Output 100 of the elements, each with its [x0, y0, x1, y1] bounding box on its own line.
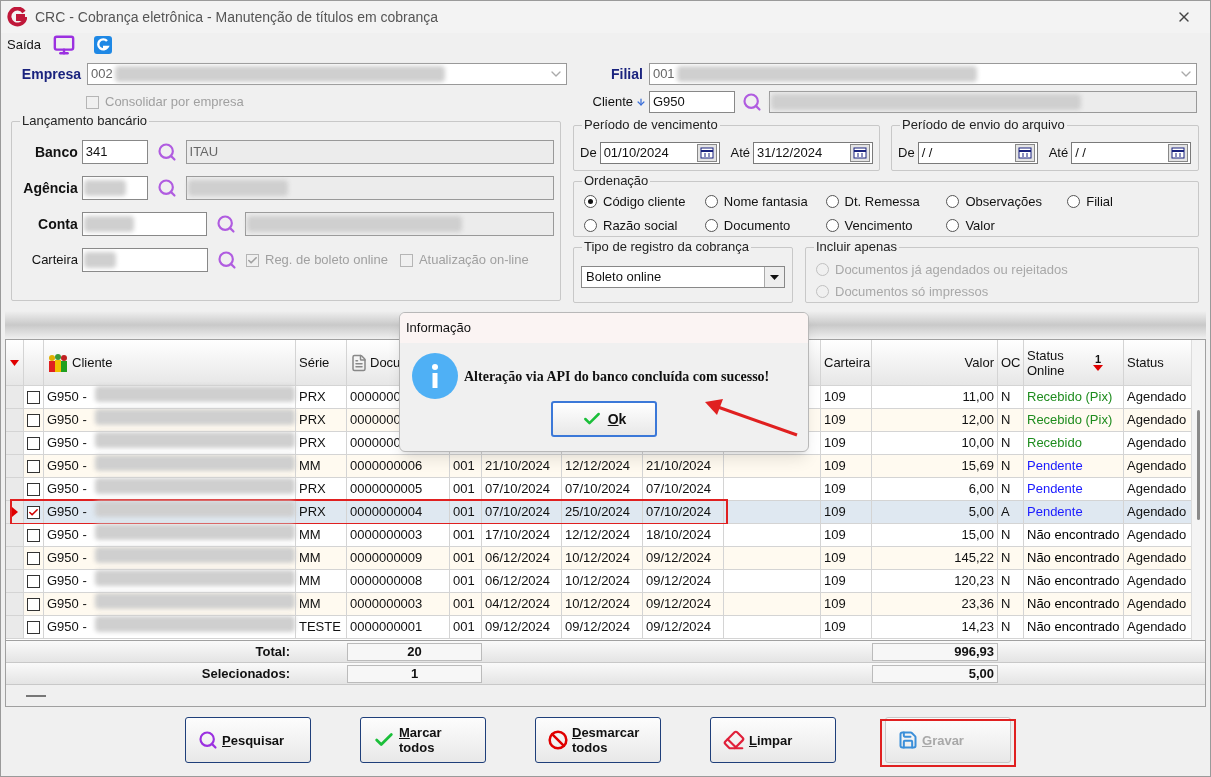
- table-cell-text: MM: [299, 526, 321, 545]
- table-cell-text: 001: [453, 572, 475, 591]
- table-cell-text: 11,00: [962, 388, 994, 407]
- table-cell-text: 09/12/2024: [646, 595, 712, 614]
- table-cell-text: 17/10/2024: [485, 526, 551, 545]
- radio-label: Razão social: [603, 216, 678, 235]
- table-cell-text: 145,22: [954, 549, 994, 568]
- total-label: Total:: [255, 642, 290, 661]
- table-cell-text: G950 -: [47, 526, 87, 545]
- table-cell-text: N: [1001, 526, 1011, 545]
- table-cell-text: 21/10/2024: [646, 457, 712, 476]
- table-cell-text: 09/12/2024: [565, 618, 631, 637]
- table-cell-text: 109: [824, 503, 846, 522]
- table-cell-text: 12/12/2024: [565, 526, 631, 545]
- field-label: Agência: [22, 178, 78, 198]
- table-cell-text: 001: [453, 457, 475, 476]
- table-cell-text: 001: [453, 503, 475, 522]
- table-cell-text: Recebido (Pix): [1027, 388, 1113, 407]
- table-cell-text: Agendado: [1127, 526, 1187, 545]
- total-count: 20: [347, 643, 482, 661]
- radio-label: Valor: [965, 216, 995, 235]
- table-cell-text: MM: [299, 595, 321, 614]
- table-cell-text: 09/12/2024: [646, 572, 712, 591]
- table-cell-text: N: [1001, 549, 1011, 568]
- table-cell-text: 109: [824, 549, 846, 568]
- table-cell-text: 109: [824, 595, 846, 614]
- radio-label: Nome fantasia: [723, 193, 808, 211]
- radio-label: Código cliente: [603, 193, 686, 211]
- table-cell-text: 10/12/2024: [565, 595, 631, 614]
- group-title: Período de envio do arquivo: [900, 117, 1067, 133]
- table-cell-text: 0000000004: [350, 503, 423, 522]
- group-title: Tipo de registro da cobrança: [582, 239, 751, 255]
- radio-label: Documento: [723, 216, 791, 235]
- table-cell-text: 109: [824, 480, 846, 499]
- total-label: Selecionados:: [201, 664, 290, 683]
- table-cell-text: N: [1001, 411, 1011, 430]
- checkbox-label: Consolidar por empresa: [105, 93, 244, 112]
- field-label: Empresa: [20, 64, 81, 84]
- table-cell-text: Não encontrado: [1027, 618, 1120, 637]
- table-cell-text: 12,00: [961, 411, 994, 430]
- table-cell-text: Agendado: [1127, 457, 1187, 476]
- table-cell-text: N: [1001, 572, 1011, 591]
- table-cell-text: 109: [824, 572, 846, 591]
- table-cell-text: 0000000: [350, 434, 401, 453]
- table-cell-text: 6,00: [968, 480, 994, 499]
- table-cell-text: Agendado: [1127, 595, 1187, 614]
- table-cell-text: 14,23: [961, 618, 994, 637]
- table-cell-text: PRX: [299, 480, 326, 499]
- table-cell-text: 18/10/2024: [646, 526, 712, 545]
- table-cell-text: Não encontrado: [1027, 595, 1120, 614]
- checkbox-label: Reg. de boleto online: [265, 251, 388, 270]
- table-cell-text: Agendado: [1127, 618, 1187, 637]
- table-cell-text: 0000000003: [350, 526, 423, 545]
- table-cell-text: 07/10/2024: [565, 480, 631, 499]
- table-cell-text: 06/12/2024: [485, 549, 551, 568]
- table-cell-text: N: [1001, 595, 1011, 614]
- bank-name-field: ITAU: [185, 140, 554, 164]
- field-label: Filial: [611, 64, 643, 84]
- field-label: De: [580, 144, 597, 163]
- table-cell-text: 15,69: [961, 457, 994, 476]
- sort-order: 1: [1094, 354, 1102, 365]
- table-cell-text: G950 -: [47, 388, 87, 407]
- radio-label: Documentos só impressos: [835, 282, 989, 301]
- table-cell-text: A: [1001, 503, 1010, 522]
- table-cell-text: 001: [453, 526, 475, 545]
- table-cell-text: 09/12/2024: [485, 618, 551, 637]
- table-cell-text: G950 -: [47, 618, 87, 637]
- window-title: CRC - Cobrança eletrônica - Manutenção de títulos em cobrança: [35, 7, 440, 27]
- total-count: 1: [347, 665, 482, 683]
- table-cell-text: MM: [299, 457, 321, 476]
- table-cell-text: N: [1001, 480, 1011, 499]
- table-cell-text: G950 -: [47, 480, 87, 499]
- table-cell-text: Recebido: [1027, 434, 1082, 453]
- table-cell-text: 0000000: [350, 411, 401, 430]
- radio-label: Documentos já agendados ou rejeitados: [835, 261, 1068, 279]
- radio-label: Observações: [965, 193, 1042, 211]
- table-cell-text: 25/10/2024: [565, 503, 631, 522]
- table-cell-text: 109: [824, 457, 846, 476]
- table-cell-text: Agendado: [1127, 572, 1187, 591]
- table-cell-text: G950 -: [47, 595, 87, 614]
- table-cell-text: 09/12/2024: [646, 549, 712, 568]
- table-cell-text: 0000000006: [350, 457, 423, 476]
- table-cell-text: 10/12/2024: [565, 572, 631, 591]
- table-cell-text: PRX: [299, 503, 326, 522]
- table-cell-text: 07/10/2024: [646, 503, 712, 522]
- table-cell-text: N: [1001, 618, 1011, 637]
- radio-label: Vencimento: [844, 216, 913, 235]
- radio-label: Filial: [1086, 193, 1113, 211]
- table-cell-text: 001: [453, 549, 475, 568]
- table-cell-text: 0000000009: [350, 549, 423, 568]
- table-cell-text: 109: [824, 618, 846, 637]
- total-value: 5,00: [872, 665, 998, 683]
- table-cell-text: 001: [453, 595, 475, 614]
- field-label: Banco: [33, 142, 78, 162]
- table-cell-text: 120,23: [954, 572, 994, 591]
- field-label: Conta: [37, 214, 78, 234]
- table-cell-text: Agendado: [1127, 388, 1187, 407]
- table-cell-text: N: [1001, 457, 1011, 476]
- table-cell-text: Não encontrado: [1027, 572, 1120, 591]
- table-cell-text: 10,00: [961, 434, 994, 453]
